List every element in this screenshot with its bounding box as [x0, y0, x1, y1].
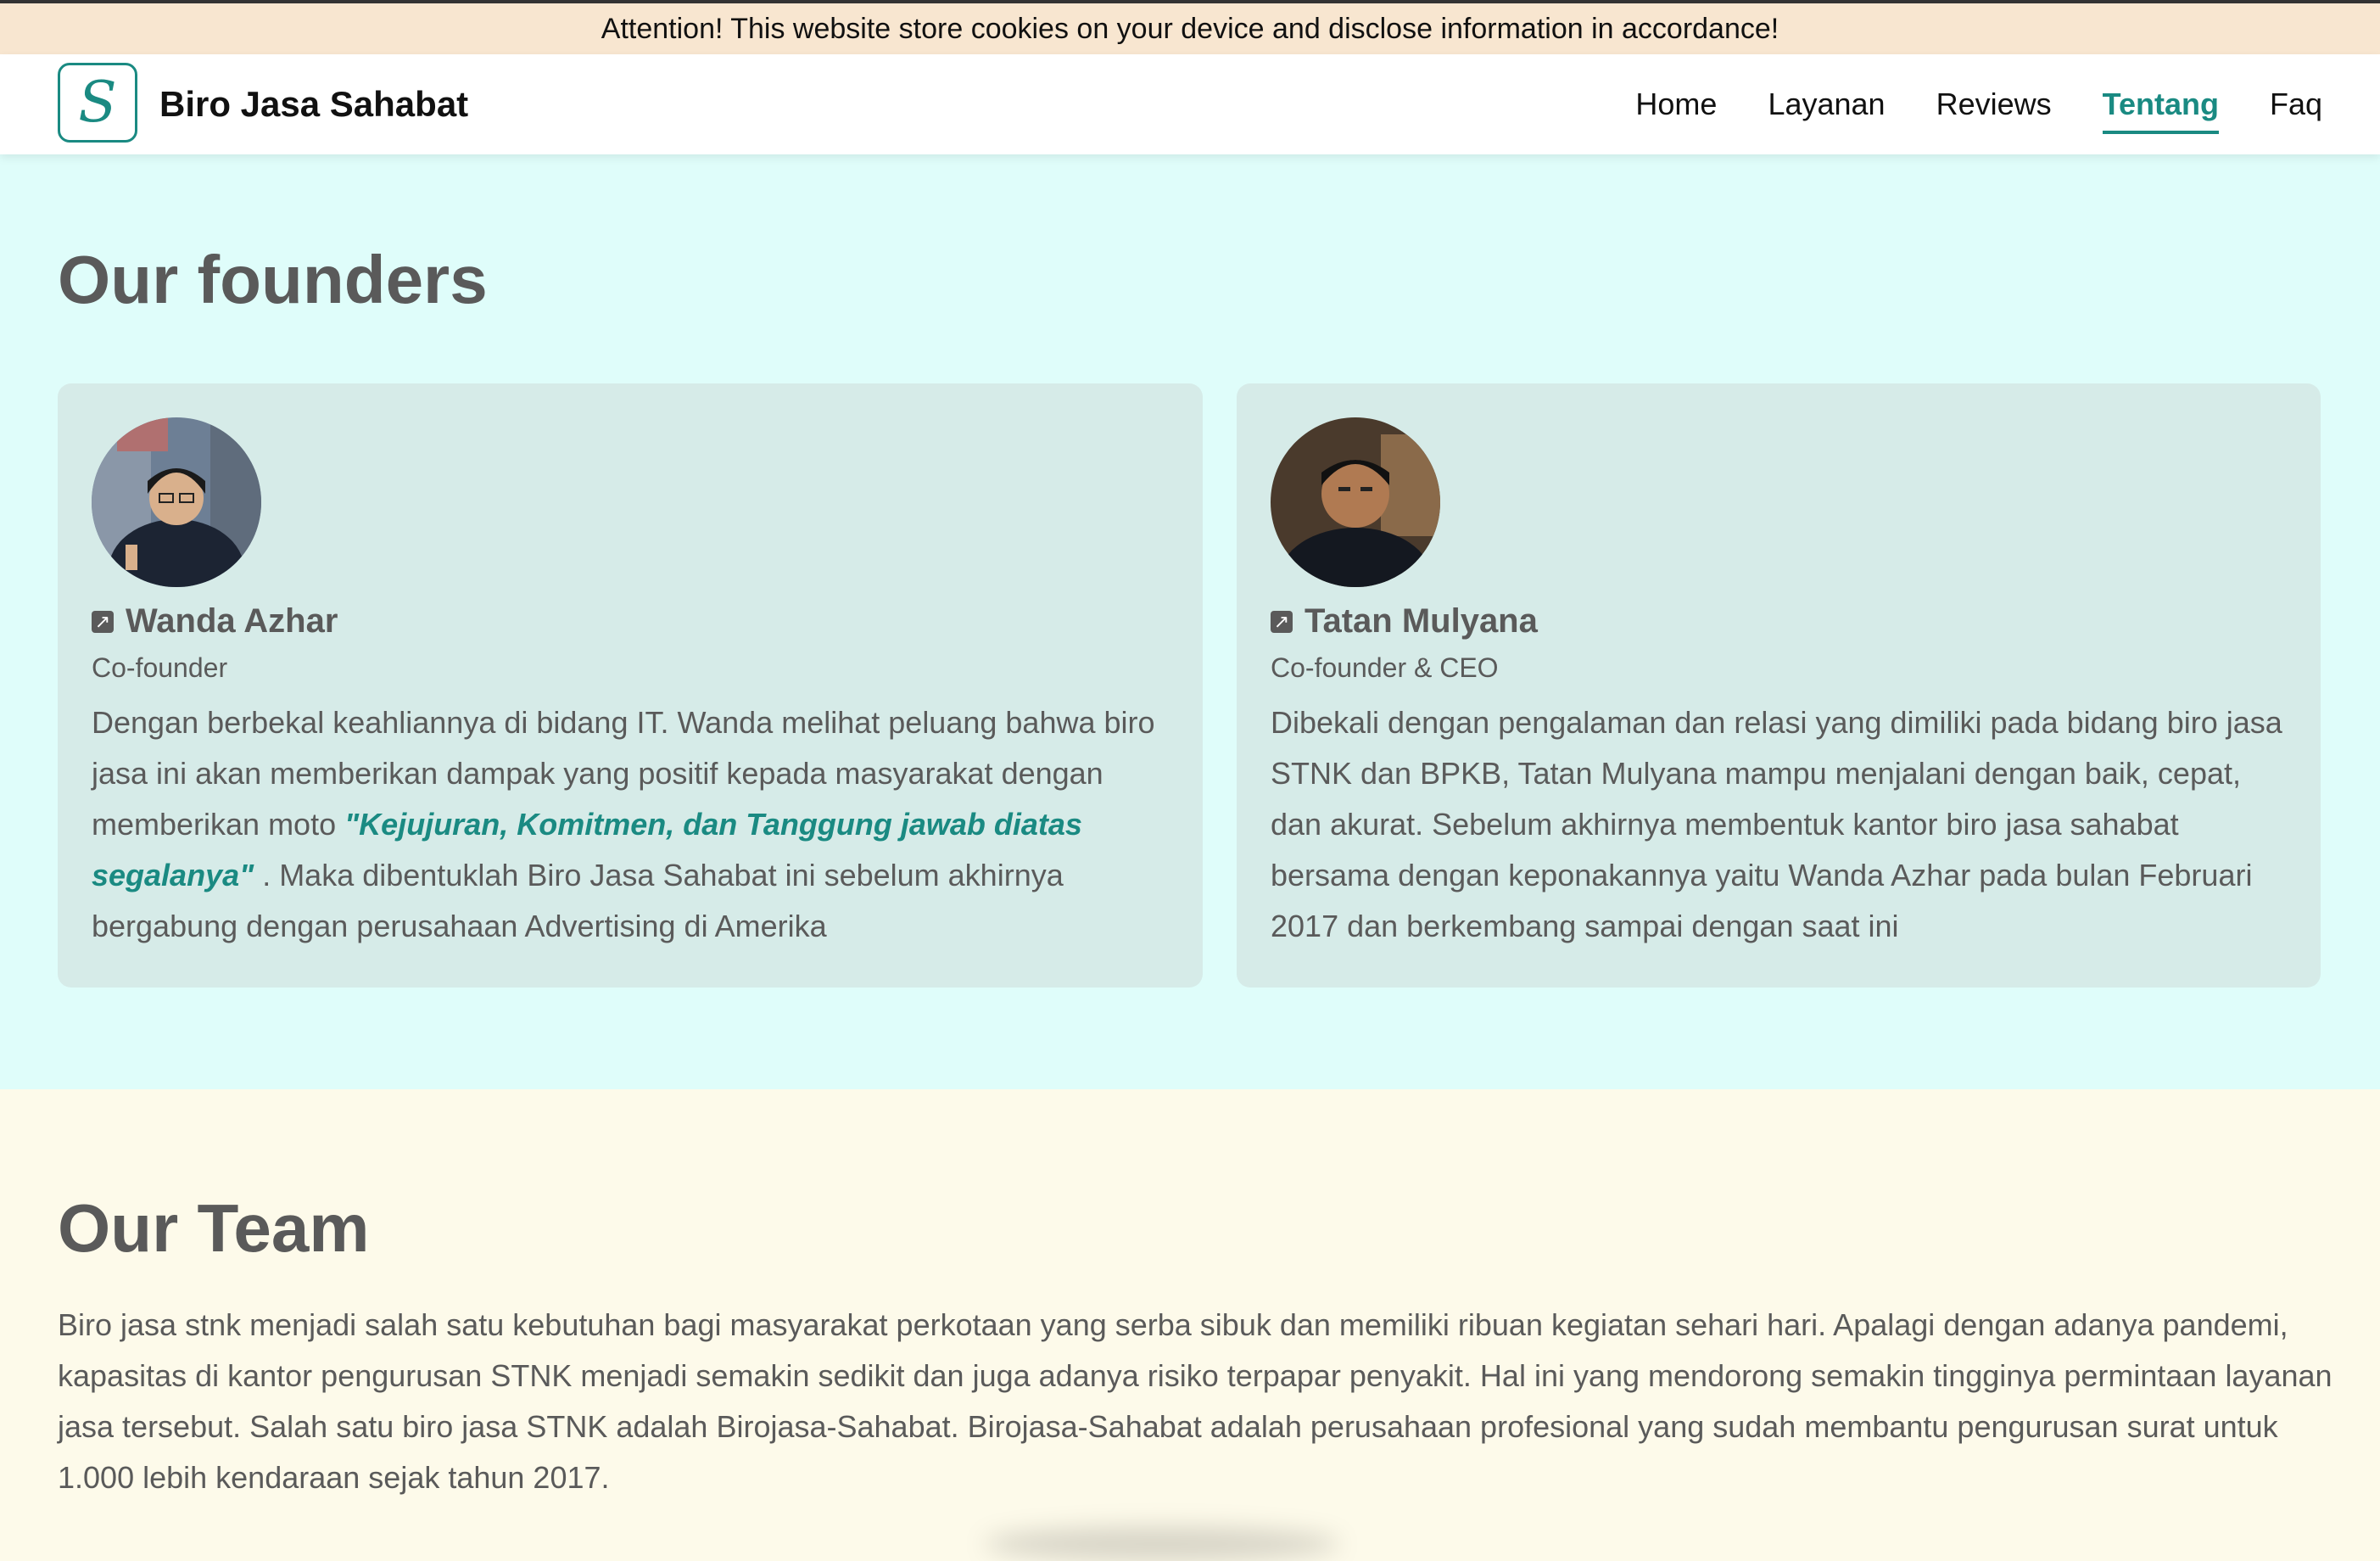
brand-name[interactable]: Biro Jasa Sahabat — [159, 54, 468, 154]
brand-logo-icon[interactable]: S — [58, 63, 137, 143]
external-link-icon[interactable]: ↗ — [92, 610, 114, 633]
team-title: Our Team — [58, 1190, 370, 1266]
founder-name[interactable]: Tatan Mulyana — [1305, 602, 1538, 641]
logo-letter: S — [78, 70, 117, 135]
nav-item-reviews[interactable]: Reviews — [1936, 54, 2052, 154]
founders-section: Our founders ↗ Wanda Azhar Co-founder De… — [0, 154, 2380, 1089]
nav-menu: Home Layanan Reviews Tentang Faq — [1635, 54, 2322, 154]
nav-item-faq[interactable]: Faq — [2270, 54, 2322, 154]
team-description: Biro jasa stnk menjadi salah satu kebutu… — [58, 1307, 2333, 1495]
founder-card-tatan: ↗ Tatan Mulyana Co-founder & CEO Dibekal… — [1237, 383, 2321, 988]
cookie-notice: Attention! This website store cookies on… — [0, 0, 2380, 54]
founder-role: Co-founder — [92, 652, 228, 683]
founder-card-wanda: ↗ Wanda Azhar Co-founder Dengan berbekal… — [58, 383, 1203, 988]
nav-item-home[interactable]: Home — [1635, 54, 1717, 154]
navbar: S Biro Jasa Sahabat Home Layanan Reviews… — [0, 54, 2380, 154]
floating-element-shadow — [984, 1527, 1340, 1561]
founders-title: Our founders — [58, 242, 488, 317]
avatar — [1271, 417, 1440, 587]
team-section: Our Team Biro jasa stnk menjadi salah sa… — [0, 1089, 2380, 1542]
nav-item-layanan[interactable]: Layanan — [1768, 54, 1885, 154]
founder-role: Co-founder & CEO — [1271, 652, 1499, 683]
avatar — [92, 417, 261, 587]
external-link-icon[interactable]: ↗ — [1271, 610, 1293, 633]
founder-name[interactable]: Wanda Azhar — [126, 602, 338, 641]
founder-bio: Dengan berbekal keahliannya di bidang IT… — [92, 697, 1169, 952]
nav-item-tentang[interactable]: Tentang — [2102, 54, 2220, 154]
founder-bio: Dibekali dengan pengalaman dan relasi ya… — [1271, 705, 2282, 943]
